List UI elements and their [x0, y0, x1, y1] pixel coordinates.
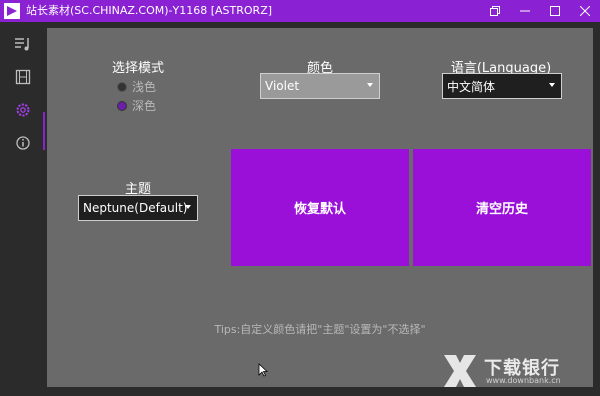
sidebar [0, 22, 45, 396]
mode-option-light[interactable]: 浅色 [117, 78, 156, 95]
chevron-down-icon [549, 83, 555, 87]
tips-text: Tips:自定义颜色请把"主题"设置为"不选择" [214, 323, 426, 336]
color-select[interactable]: Violet [260, 73, 380, 99]
chevron-down-icon [367, 83, 373, 87]
language-select[interactable]: 中文简体 [442, 73, 562, 99]
chevron-down-icon [185, 205, 191, 209]
close-button[interactable] [570, 0, 600, 22]
app-logo-icon [4, 3, 20, 19]
info-icon [15, 136, 30, 150]
radio-dark[interactable] [117, 100, 127, 111]
clear-history-button[interactable]: 清空历史 [413, 149, 591, 266]
maximize-icon [550, 6, 560, 16]
watermark: 下载银行 www.downbank.cn [438, 348, 600, 394]
mouse-cursor-icon [258, 363, 268, 377]
watermark-url: www.downbank.cn [486, 376, 561, 385]
color-select-value: Violet [265, 79, 300, 93]
mode-option-light-label: 浅色 [132, 80, 157, 94]
minimize-icon [520, 10, 530, 12]
title-bar[interactable]: 站长素材(SC.CHINAZ.COM)-Y1168 [ASTRORZ] [0, 0, 600, 22]
radio-light[interactable] [117, 81, 127, 92]
sidebar-item-playlist[interactable] [0, 28, 45, 60]
sidebar-item-settings[interactable] [0, 94, 45, 126]
window-title: 站长素材(SC.CHINAZ.COM)-Y1168 [ASTRORZ] [26, 4, 273, 17]
restore-icon [490, 6, 500, 16]
mode-heading: 选择模式 [111, 61, 165, 76]
sidebar-item-video[interactable] [0, 61, 45, 93]
settings-panel: 选择模式 浅色 深色 颜色 Violet 语言(Language) 中文简体 主… [47, 28, 593, 387]
minimize-button[interactable] [510, 0, 540, 22]
restore-window-button[interactable] [480, 0, 510, 22]
restore-default-button[interactable]: 恢复默认 [231, 149, 409, 266]
maximize-button[interactable] [540, 0, 570, 22]
mode-option-dark-label: 深色 [132, 99, 157, 113]
film-icon [15, 69, 30, 85]
close-icon [580, 6, 590, 16]
playlist-icon [14, 38, 29, 51]
theme-select[interactable]: Neptune(Default) [78, 195, 198, 221]
gear-icon [16, 103, 29, 117]
theme-select-value: Neptune(Default) [83, 201, 188, 215]
sidebar-item-about[interactable] [0, 127, 45, 159]
mode-option-dark[interactable]: 深色 [117, 97, 156, 114]
language-select-value: 中文简体 [447, 79, 496, 94]
watermark-logo-icon [444, 355, 476, 387]
